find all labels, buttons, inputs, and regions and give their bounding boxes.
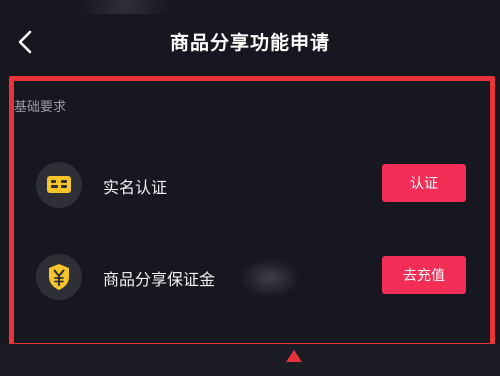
yuan-shield-icon [36, 254, 82, 300]
requirement-label: 实名认证 [103, 178, 168, 197]
bottom-area [0, 344, 500, 376]
requirement-row-real-name: 实名认证 认证 [30, 160, 480, 210]
requirement-row-deposit: 商品分享保证金 去充值 [30, 252, 480, 302]
app-screen: 商品分享功能申请 基础要求 实名认证 认证 商品分享保证金 去充值 [0, 0, 500, 376]
verify-button[interactable]: 认证 [382, 164, 466, 202]
id-card-icon [36, 162, 82, 208]
arrow-up-icon [286, 350, 302, 362]
highlight-frame [9, 76, 495, 348]
header: 商品分享功能申请 [0, 0, 500, 80]
requirement-label: 商品分享保证金 [103, 270, 216, 289]
recharge-button[interactable]: 去充值 [382, 256, 466, 294]
page-title: 商品分享功能申请 [169, 32, 330, 54]
section-label: 基础要求 [14, 100, 67, 115]
